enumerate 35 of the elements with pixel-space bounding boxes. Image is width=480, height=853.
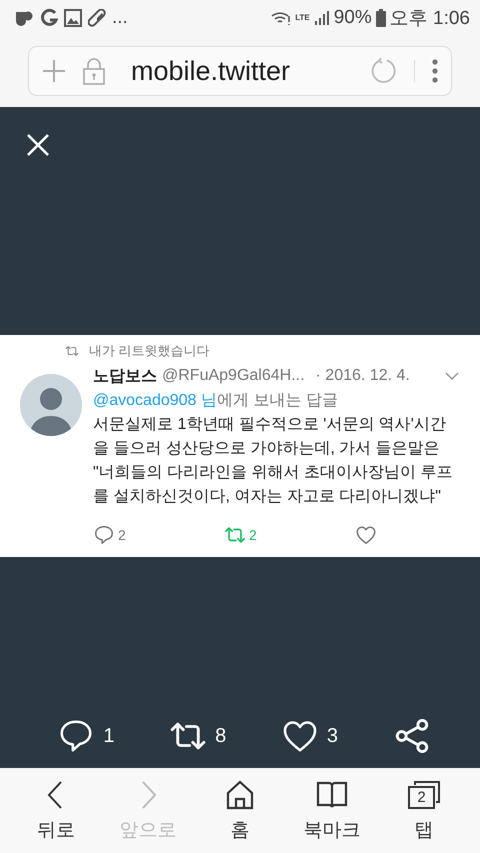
- retweet-icon: [65, 344, 79, 358]
- reply-button[interactable]: 2: [93, 524, 224, 546]
- battery-percent: 90%: [334, 7, 372, 29]
- url-text: mobile.twitter: [131, 56, 292, 86]
- tab-count: 2: [416, 788, 427, 808]
- menu-icon[interactable]: [431, 58, 439, 84]
- chevron-down-icon[interactable]: [445, 371, 459, 381]
- heart-icon: [355, 524, 377, 546]
- tabs-button[interactable]: 2 탭: [384, 778, 464, 842]
- image-icon: [64, 9, 82, 27]
- lock-icon: [83, 57, 105, 85]
- clock: 오후 1:06: [390, 7, 470, 31]
- home-icon: [225, 778, 255, 810]
- back-button[interactable]: 뒤로: [16, 778, 96, 842]
- like-button[interactable]: 3: [280, 717, 338, 755]
- g-logo-icon: [40, 8, 58, 28]
- home-button[interactable]: 홈: [200, 778, 280, 842]
- address-bar[interactable]: mobile.twitter: [28, 46, 452, 96]
- battery-icon: [376, 9, 386, 27]
- signal-icon: [314, 10, 330, 26]
- retweet-button[interactable]: 8: [169, 717, 226, 755]
- wifi-icon: [271, 10, 292, 26]
- retweet-note: 내가 리트윗했습니다: [89, 342, 210, 360]
- reply-context: @avocado908 님 에게 보내는 답글: [93, 391, 339, 411]
- close-icon[interactable]: [26, 133, 50, 157]
- plus-icon[interactable]: [41, 58, 67, 84]
- bookmarks-button[interactable]: 북마크: [292, 778, 372, 842]
- reply-icon: [93, 524, 115, 546]
- tweet-text: 서문실제로 1학년때 필수적으로 '서문의 역사'시간을 들으러 성산당으로 가야하는데, 가서 들은말은 "너희들의 다리라인을 위해서 초대이사장님이 루프를 설치하신것이다, 여자는 자고로 다리아니겠냐": [93, 415, 454, 507]
- reply-button[interactable]: 1: [57, 717, 114, 755]
- more-notifications: ...: [112, 7, 128, 29]
- network-label: LTE: [295, 14, 310, 22]
- tweet-date: · 2016. 12. 4.: [316, 367, 410, 385]
- author-name: 노답보스: [93, 366, 157, 386]
- author-handle: @RFuAp9Gal64H...: [162, 367, 305, 385]
